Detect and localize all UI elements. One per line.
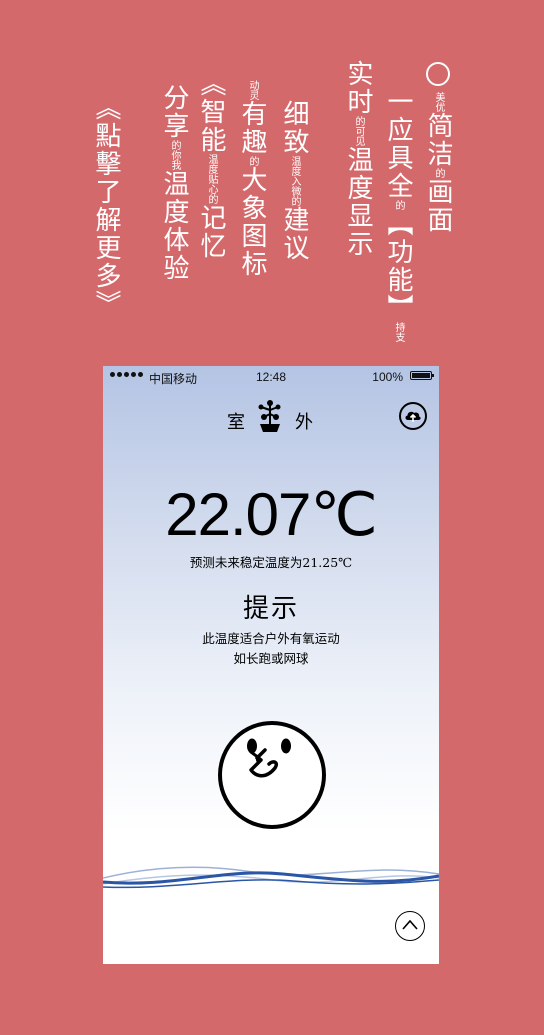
poster-column-memory: 《智能温度贴心的记忆 xyxy=(193,70,230,260)
tab-outdoor[interactable]: 外 xyxy=(295,408,313,434)
battery-percent: 100% xyxy=(372,370,403,384)
poster-big-text: 细致 xyxy=(279,100,309,156)
poster-big-text: 大象图标 xyxy=(237,166,267,278)
mascot-face-icon[interactable] xyxy=(217,720,327,830)
poster-column-icons: 动灵有趣的大象图标 xyxy=(234,80,271,278)
poster-big-text: 《智能 xyxy=(196,70,226,154)
poster-small-text: 的你我 xyxy=(169,140,180,170)
poster-big-text: 建议 xyxy=(279,206,309,262)
poster-big-text: 温度显示 xyxy=(343,146,373,258)
battery-icon xyxy=(410,371,434,380)
learn-more-label: 《點擊了解更多》 xyxy=(91,94,121,318)
learn-more-link[interactable]: 《點擊了解更多》 xyxy=(88,94,125,318)
poster-column-share: 分享的你我温度体验 xyxy=(156,84,193,282)
poster-big-text: 温度体验 xyxy=(159,170,189,282)
poster-small-text: 美优 xyxy=(433,92,444,112)
phone-screen: 中国移动 12:48 100% 室 外 22.07℃ 预测未来稳定温度为21.2… xyxy=(103,366,439,964)
poster-big-text: 实时 xyxy=(343,60,373,116)
cloud-upload-button[interactable] xyxy=(399,402,427,430)
chevron-up-icon xyxy=(402,919,418,930)
circle-icon xyxy=(426,62,450,86)
poster-small-text: 的可见 xyxy=(353,116,364,146)
poster-small-text: 的 xyxy=(433,168,444,178)
poster-small-text: 的 xyxy=(247,156,258,166)
poster-big-text: 分享 xyxy=(159,84,189,140)
hint-text-line2: 如长跑或网球 xyxy=(233,651,309,666)
status-bar: 中国移动 12:48 100% xyxy=(103,366,439,388)
cloud-upload-icon xyxy=(405,411,421,422)
poster-big-text: 记忆 xyxy=(196,204,226,260)
poster-column-advice: 细致温度入微的建议 xyxy=(276,100,313,262)
poster-small-text: 温度贴心的 xyxy=(206,154,217,204)
current-temperature: 22.07℃ xyxy=(165,481,378,548)
poster-small-text: 温度入微的 xyxy=(289,156,300,206)
poster-big-text: 画面 xyxy=(423,178,453,234)
poster-big-text: 一应具全 xyxy=(383,88,413,200)
hint-title: 提示 xyxy=(242,594,299,624)
scroll-up-button[interactable] xyxy=(395,911,425,941)
poster-small-text: 持支 xyxy=(393,322,404,342)
poster-column-simple-ui: 美优简洁的画面 xyxy=(420,62,457,234)
forecast-text: 预测未来稳定温度为21.25℃ xyxy=(189,555,353,570)
hint-text-line1: 此温度适合户外有氧运动 xyxy=(202,631,340,646)
poster-column-realtime: 实时的可见温度显示 xyxy=(340,60,377,258)
poster-big-text: 有趣 xyxy=(237,100,267,156)
wave-decoration xyxy=(103,866,439,889)
poster-small-text: 的 xyxy=(393,200,404,210)
poster-column-features: 一应具全的【功能】持支 xyxy=(380,88,417,342)
tab-indoor[interactable]: 室 xyxy=(227,408,245,434)
poster-big-text: 简洁 xyxy=(423,112,453,168)
plant-bonsai-icon xyxy=(258,400,281,432)
poster-small-text: 动灵 xyxy=(247,80,258,100)
poster-big-text: 【功能】 xyxy=(383,210,413,322)
